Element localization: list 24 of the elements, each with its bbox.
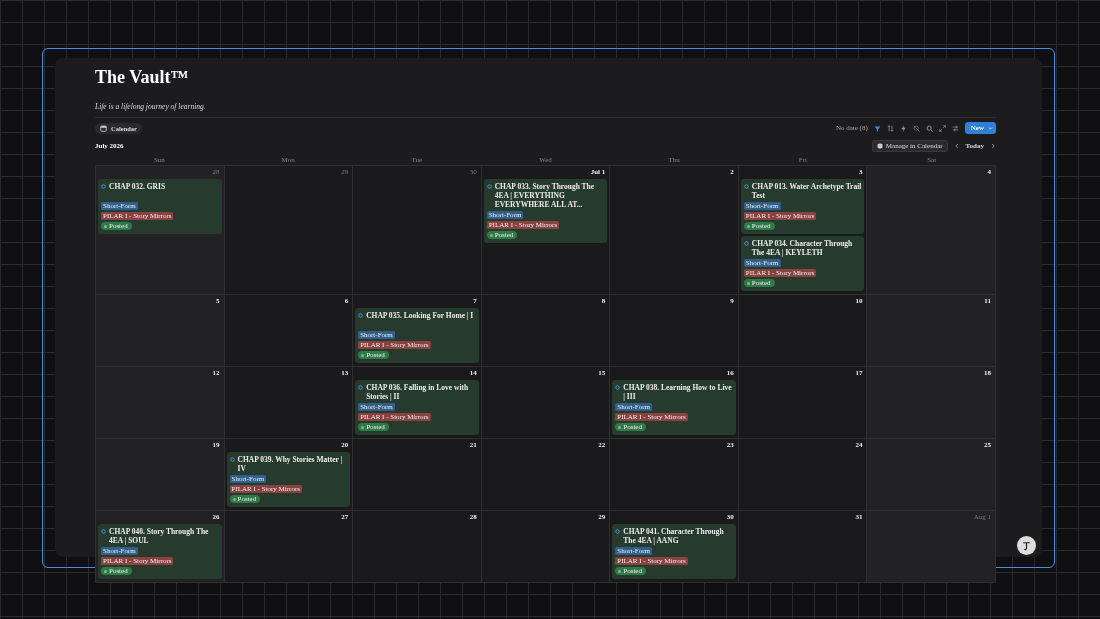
circle-icon [615, 385, 621, 390]
caret-icon [988, 125, 993, 131]
settings-icon[interactable] [951, 124, 959, 132]
help-icon [1021, 540, 1032, 551]
circle-icon [229, 457, 235, 462]
circle-icon [101, 184, 106, 189]
search-icon[interactable] [925, 124, 933, 132]
lightning-icon[interactable] [899, 124, 907, 132]
circle-icon [486, 184, 492, 189]
circle-icon [743, 184, 749, 189]
database-icon [876, 143, 883, 149]
circle-icon [358, 385, 364, 390]
chevron-left-icon[interactable] [953, 143, 960, 149]
calendar-icon [100, 124, 107, 132]
filter-icon[interactable] [873, 124, 881, 132]
search-off-icon[interactable] [912, 124, 920, 132]
expand-icon[interactable] [938, 124, 946, 132]
sort-icon[interactable] [886, 124, 894, 132]
circle-icon [101, 529, 106, 534]
circle-icon [615, 529, 621, 534]
page-title: The Vault™ [95, 66, 190, 88]
circle-icon [743, 241, 749, 246]
circle-icon [358, 313, 364, 318]
chevron-right-icon[interactable] [990, 143, 996, 149]
